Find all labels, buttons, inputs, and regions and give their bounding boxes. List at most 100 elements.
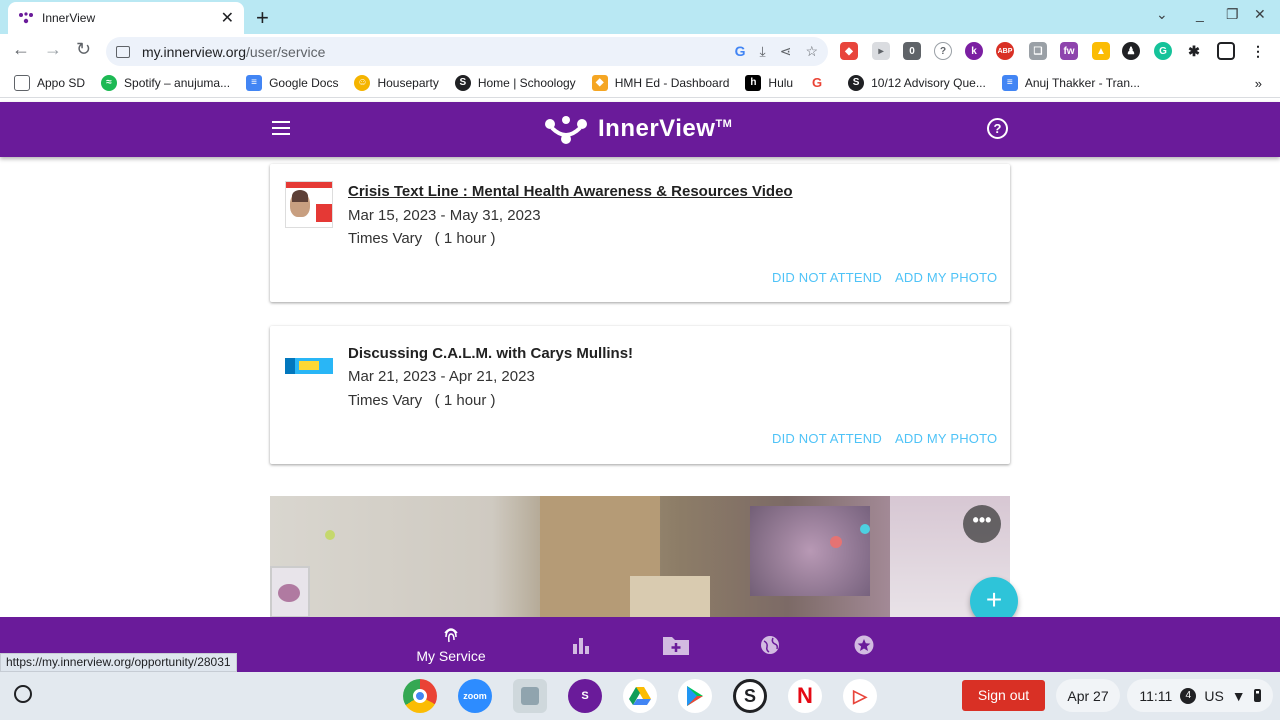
extension-copy-icon[interactable]: ❏ bbox=[1029, 42, 1047, 60]
bookmark-item[interactable]: ≡ Anuj Thakker - Tran... bbox=[1001, 74, 1140, 91]
wifi-icon: ▼ bbox=[1231, 687, 1246, 704]
sign-out-button[interactable]: Sign out bbox=[962, 680, 1045, 711]
date-tray[interactable]: Apr 27 bbox=[1056, 679, 1120, 712]
service-photo[interactable] bbox=[270, 496, 1010, 618]
extension-help-icon[interactable]: ? bbox=[934, 42, 952, 60]
forward-icon[interactable]: → bbox=[44, 39, 62, 60]
clock: 11:11 bbox=[1139, 687, 1173, 704]
launcher-icon[interactable] bbox=[14, 685, 32, 703]
back-icon[interactable]: ← bbox=[12, 39, 30, 60]
extensions-icon[interactable]: ✱ bbox=[1185, 42, 1203, 60]
docs-icon: ≡ bbox=[1001, 74, 1018, 91]
url-text[interactable]: my.innerview.org/user/service bbox=[142, 44, 735, 60]
tab-close-icon[interactable]: ✕ bbox=[221, 8, 234, 28]
minimize-icon[interactable]: _ bbox=[1196, 6, 1204, 22]
innerview-app-icon[interactable]: S bbox=[568, 679, 602, 713]
tab-title: InnerView bbox=[42, 11, 96, 25]
chrome-app-icon[interactable] bbox=[403, 679, 437, 713]
opportunity-thumbnail[interactable] bbox=[285, 181, 333, 228]
bookmark-item[interactable]: S Home | Schoology bbox=[454, 74, 576, 91]
browser-tab[interactable]: InnerView ✕ bbox=[8, 2, 244, 34]
status-tray[interactable]: 11:11 4 US ▼ bbox=[1127, 679, 1273, 712]
houseparty-icon: ☺ bbox=[354, 74, 371, 91]
app-header: InnerViewTM bbox=[0, 102, 1280, 157]
extension-box-icon[interactable]: 0 bbox=[903, 42, 921, 60]
new-tab-button[interactable]: + bbox=[256, 5, 269, 31]
google-lens-icon[interactable]: G bbox=[735, 43, 746, 60]
nav-my-service-label: My Service bbox=[416, 648, 486, 664]
grammarly-icon[interactable]: G bbox=[1154, 42, 1172, 60]
netflix-app-icon[interactable]: N bbox=[788, 679, 822, 713]
drive-app-icon[interactable] bbox=[623, 679, 657, 713]
add-my-photo-button[interactable]: ADD MY PHOTO bbox=[895, 431, 997, 446]
schoology-icon: S bbox=[454, 74, 471, 91]
bookmark-item[interactable]: ≡ Google Docs bbox=[246, 74, 338, 91]
schoology-icon: S bbox=[848, 74, 865, 91]
screencast-app-icon[interactable]: ▷ bbox=[843, 679, 877, 713]
bookmark-item[interactable]: G bbox=[809, 74, 832, 91]
add-my-photo-button[interactable]: ADD MY PHOTO bbox=[895, 270, 997, 285]
bookmark-item[interactable]: Appo SD bbox=[14, 74, 85, 91]
bookmark-item[interactable]: ≈ Spotify – anujuma... bbox=[101, 74, 230, 91]
opportunity-title-link[interactable]: Crisis Text Line : Mental Health Awarene… bbox=[348, 183, 793, 200]
nav-portfolio[interactable] bbox=[656, 617, 696, 672]
input-locale: US bbox=[1204, 687, 1224, 704]
nav-my-service[interactable]: My Service bbox=[410, 617, 492, 672]
google-icon: G bbox=[809, 74, 826, 91]
extension-k-icon[interactable]: k bbox=[965, 42, 983, 60]
extension-puzzle-icon[interactable]: fw bbox=[1060, 42, 1078, 60]
address-bar[interactable]: my.innerview.org/user/service G ⤓ ⋖ ☆ bbox=[106, 37, 828, 66]
innerview-favicon-icon bbox=[19, 12, 33, 24]
folder-add-icon bbox=[663, 636, 689, 655]
bookmark-star-icon[interactable]: ☆ bbox=[805, 43, 818, 60]
site-info-icon[interactable] bbox=[116, 45, 130, 58]
play-store-app-icon[interactable] bbox=[678, 679, 712, 713]
menu-icon[interactable] bbox=[272, 121, 290, 135]
opportunity-times: Times Vary ( 1 hour ) bbox=[348, 230, 496, 247]
fingerprint-icon bbox=[444, 628, 458, 643]
adblock-icon[interactable]: ABP bbox=[996, 42, 1014, 60]
service-card: Discussing C.A.L.M. with Carys Mullins! … bbox=[270, 326, 1010, 464]
nav-stats[interactable] bbox=[562, 617, 600, 672]
innerview-logo-icon bbox=[545, 116, 587, 144]
files-app-icon[interactable] bbox=[513, 679, 547, 713]
nav-explore[interactable] bbox=[750, 617, 790, 672]
did-not-attend-button[interactable]: DID NOT ATTEND bbox=[772, 431, 882, 446]
link-status-bubble: https://my.innerview.org/opportunity/280… bbox=[0, 653, 237, 672]
bookmark-item[interactable]: ☺ Houseparty bbox=[354, 74, 439, 91]
innerview-logo[interactable]: InnerViewTM bbox=[544, 112, 732, 146]
docs-icon: ≡ bbox=[246, 74, 263, 91]
did-not-attend-button[interactable]: DID NOT ATTEND bbox=[772, 270, 882, 285]
star-icon bbox=[854, 635, 874, 654]
extension-mask-icon[interactable]: ♟ bbox=[1122, 42, 1140, 60]
extension-reader-icon[interactable]: ▸ bbox=[872, 42, 890, 60]
tab-strip: InnerView ✕ + ⌄ _ ❐ ✕ bbox=[0, 0, 1280, 34]
install-icon[interactable]: ⤓ bbox=[760, 43, 766, 60]
schoology-app-icon[interactable]: S bbox=[733, 679, 767, 713]
reload-icon[interactable]: ↻ bbox=[76, 39, 91, 60]
bookmark-item[interactable]: h Hulu bbox=[745, 74, 793, 91]
opportunity-thumbnail[interactable] bbox=[285, 358, 333, 374]
photo-more-options-button[interactable]: ••• bbox=[963, 505, 1001, 543]
bar-chart-icon bbox=[573, 637, 589, 654]
zoom-app-icon[interactable]: zoom bbox=[458, 679, 492, 713]
opportunity-title[interactable]: Discussing C.A.L.M. with Carys Mullins! bbox=[348, 345, 633, 362]
extension-icon[interactable]: ◆ bbox=[840, 42, 858, 60]
brand-name: InnerViewTM bbox=[598, 115, 733, 142]
nav-achievements[interactable] bbox=[844, 617, 884, 672]
hmh-icon: ◆ bbox=[591, 74, 608, 91]
notification-count-badge: 4 bbox=[1180, 687, 1197, 704]
help-icon[interactable]: ? bbox=[987, 118, 1008, 139]
bookmarks-overflow-icon[interactable]: » bbox=[1255, 76, 1262, 91]
battery-icon bbox=[1253, 689, 1261, 702]
window-close-icon[interactable]: ✕ bbox=[1254, 6, 1266, 23]
share-icon[interactable]: ⋖ bbox=[780, 43, 792, 60]
browser-menu-icon[interactable]: ⋮ bbox=[1249, 42, 1267, 60]
bookmark-item[interactable]: S 10/12 Advisory Que... bbox=[848, 74, 986, 91]
opportunity-times: Times Vary ( 1 hour ) bbox=[348, 392, 496, 409]
tab-search-icon[interactable]: ⌄ bbox=[1156, 6, 1168, 23]
bookmark-item[interactable]: ◆ HMH Ed - Dashboard bbox=[591, 74, 729, 91]
restore-icon[interactable]: ❐ bbox=[1226, 6, 1239, 23]
side-panel-icon[interactable] bbox=[1217, 42, 1235, 60]
drive-extension-icon[interactable]: ▲ bbox=[1092, 42, 1110, 60]
